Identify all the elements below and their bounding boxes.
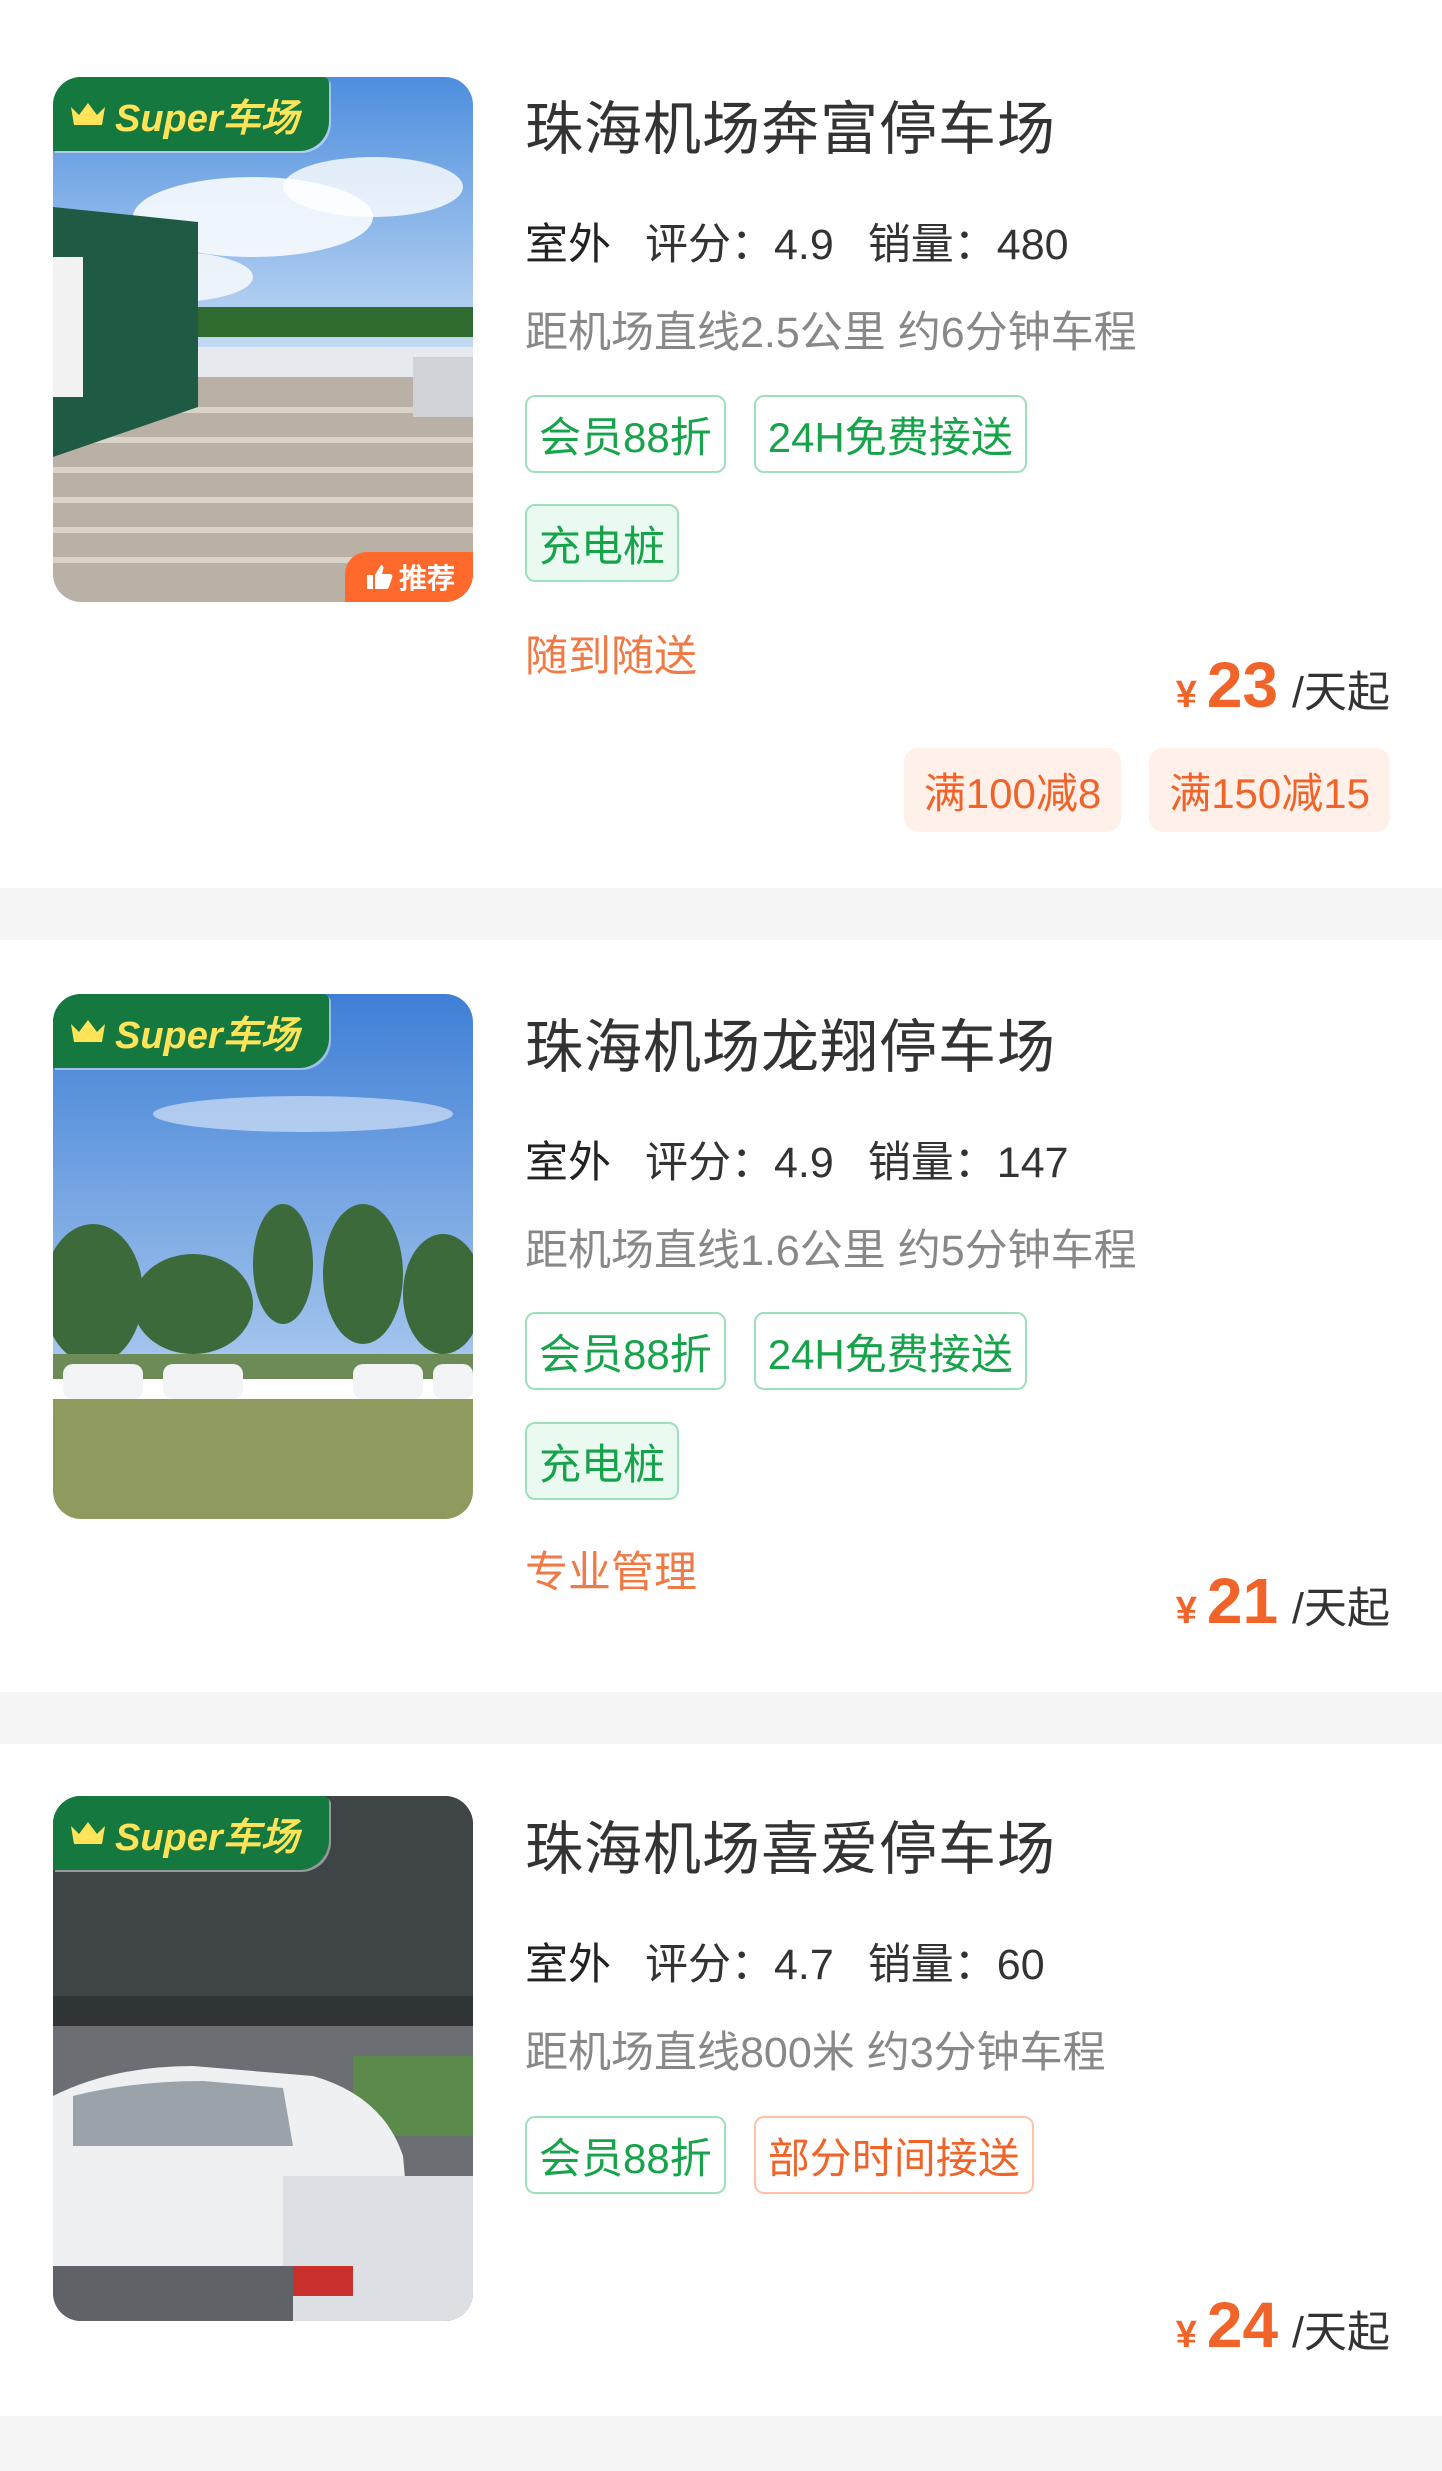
tag-row: 会员88折 24H免费接送 bbox=[525, 395, 1055, 473]
parking-lot-photo-scene bbox=[53, 77, 473, 602]
super-lot-badge: Super车场 bbox=[53, 77, 329, 151]
lot-photo[interactable]: Super车场 bbox=[53, 1796, 473, 2321]
lot-slogan: 随到随送 bbox=[525, 633, 697, 681]
thumbs-up-icon bbox=[366, 565, 393, 589]
outdoor-label: 室外 bbox=[525, 210, 611, 272]
price: ¥ 23 /天起 bbox=[1176, 648, 1390, 722]
lot-slogan: 专业管理 bbox=[525, 1549, 697, 1597]
parking-lot-photo-scene bbox=[53, 1796, 473, 2321]
rating: 评分：4.9 bbox=[645, 1139, 834, 1187]
lot-photo[interactable]: Super车场 bbox=[53, 994, 473, 1519]
tag-row: 充电桩 bbox=[525, 1422, 707, 1500]
currency-symbol: ¥ bbox=[1175, 2314, 1197, 2356]
price-value: 23 bbox=[1206, 649, 1279, 721]
tag-row: 充电桩 bbox=[525, 504, 707, 582]
sales: 销量：60 bbox=[867, 1941, 1045, 1989]
sales: 销量：147 bbox=[867, 1139, 1069, 1187]
lot-title[interactable]: 珠海机场奔富停车场 bbox=[525, 82, 1056, 166]
price-unit: /天起 bbox=[1292, 669, 1390, 717]
badge-label: Super车场 bbox=[115, 1014, 299, 1057]
outdoor-label: 室外 bbox=[525, 1128, 611, 1190]
crown-icon bbox=[71, 1822, 105, 1844]
price-unit: /天起 bbox=[1292, 2309, 1390, 2357]
distance-text: 距机场直线800米 约3分钟车程 bbox=[525, 2029, 1106, 2077]
lot-meta: 室外 评分：4.7 销量：60 bbox=[525, 1930, 1079, 1992]
sales: 销量：480 bbox=[867, 221, 1069, 269]
price-value: 24 bbox=[1206, 2289, 1279, 2361]
rating: 评分：4.9 bbox=[645, 221, 834, 269]
tag-row: 会员88折 部分时间接送 bbox=[525, 2116, 1062, 2194]
crown-icon bbox=[71, 103, 105, 125]
tag-row: 会员88折 24H免费接送 bbox=[525, 1312, 1055, 1390]
tag-shuttle: 部分时间接送 bbox=[753, 2116, 1034, 2194]
crown-icon bbox=[71, 1020, 105, 1042]
coupon[interactable]: 满100减8 bbox=[903, 748, 1122, 832]
price-value: 21 bbox=[1206, 1565, 1279, 1637]
tag-member-discount: 会员88折 bbox=[525, 395, 726, 473]
super-lot-badge: Super车场 bbox=[53, 1796, 329, 1870]
tag-member-discount: 会员88折 bbox=[525, 1312, 726, 1390]
super-lot-badge: Super车场 bbox=[53, 994, 329, 1068]
parking-lot-card[interactable]: Super车场 珠海机场喜爱停车场 室外 评分：4.7 销量：60 距机场直线8… bbox=[0, 1744, 1442, 2416]
recommend-badge: 推荐 bbox=[345, 552, 473, 602]
price: ¥ 24 /天起 bbox=[1176, 2288, 1390, 2362]
tag-shuttle: 24H免费接送 bbox=[753, 1312, 1027, 1390]
parking-lot-card[interactable]: Super车场 推荐 珠海机场奔富停车场 室外 评分：4.9 销量：480 距机… bbox=[0, 0, 1442, 888]
currency-symbol: ¥ bbox=[1175, 1590, 1197, 1632]
parking-lot-card[interactable]: Super车场 珠海机场龙翔停车场 室外 评分：4.9 销量：147 距机场直线… bbox=[0, 940, 1442, 1692]
tag-charging: 充电桩 bbox=[525, 504, 680, 582]
currency-symbol: ¥ bbox=[1175, 674, 1197, 716]
lot-title[interactable]: 珠海机场喜爱停车场 bbox=[525, 1802, 1056, 1886]
tag-shuttle: 24H免费接送 bbox=[753, 395, 1027, 473]
lot-photo[interactable]: Super车场 推荐 bbox=[53, 77, 473, 602]
lot-title[interactable]: 珠海机场龙翔停车场 bbox=[525, 1000, 1056, 1084]
coupon[interactable]: 满150减15 bbox=[1149, 748, 1390, 832]
tag-member-discount: 会员88折 bbox=[525, 2116, 726, 2194]
distance-text: 距机场直线2.5公里 约6分钟车程 bbox=[525, 309, 1137, 357]
coupon-list: 满100减8 满150减15 bbox=[876, 748, 1390, 832]
parking-lot-photo-scene bbox=[53, 994, 473, 1519]
distance-text: 距机场直线1.6公里 约5分钟车程 bbox=[525, 1227, 1137, 1275]
price-unit: /天起 bbox=[1292, 1585, 1390, 1633]
tag-charging: 充电桩 bbox=[525, 1422, 680, 1500]
recommend-label: 推荐 bbox=[398, 563, 455, 594]
rating: 评分：4.7 bbox=[645, 1941, 834, 1989]
outdoor-label: 室外 bbox=[525, 1930, 611, 1992]
badge-label: Super车场 bbox=[115, 1816, 299, 1859]
lot-meta: 室外 评分：4.9 销量：480 bbox=[525, 210, 1103, 272]
price: ¥ 21 /天起 bbox=[1176, 1564, 1390, 1638]
lot-meta: 室外 评分：4.9 销量：147 bbox=[525, 1128, 1103, 1190]
badge-label: Super车场 bbox=[115, 97, 299, 140]
